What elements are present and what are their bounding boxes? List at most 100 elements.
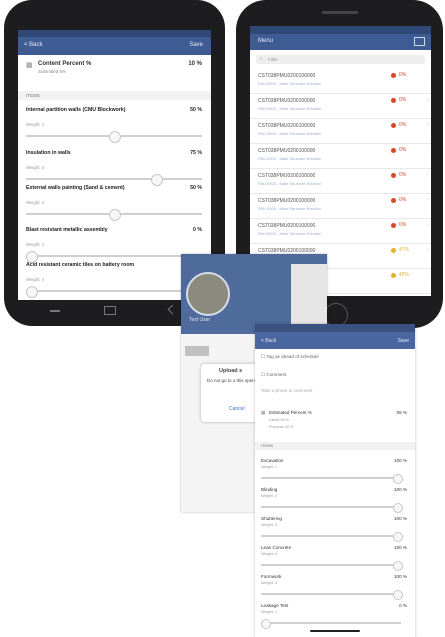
- item-value: 0 %: [193, 227, 202, 233]
- status-dot: [391, 98, 396, 103]
- activity-row[interactable]: CST038PMU0200100000 PAU 0000 - Main Struc…: [250, 218, 431, 244]
- activity-percent: 0%: [399, 72, 407, 78]
- nav-bar: < Back Save: [255, 332, 415, 349]
- item-value: 100 %: [393, 516, 407, 521]
- ahead-schedule-option[interactable]: ☐ Tag as ahead of schedule: [261, 354, 319, 360]
- save-button[interactable]: Save: [398, 338, 409, 344]
- progress-slider[interactable]: [261, 532, 403, 542]
- item-weight: Weight: 4: [261, 581, 277, 585]
- latest-percent: Latest 45 %: [269, 418, 290, 422]
- activity-percent: 0%: [399, 172, 407, 178]
- activity-percent: 0%: [399, 197, 407, 203]
- back-nav-button[interactable]: [50, 310, 60, 312]
- item-name: Leakage Test: [261, 603, 289, 608]
- comment-option[interactable]: ☐ Comment: [261, 372, 286, 378]
- item-value: 100 %: [393, 487, 407, 492]
- slider-knob[interactable]: [393, 532, 403, 542]
- progress-slider[interactable]: [26, 131, 202, 143]
- avatar: [186, 272, 230, 316]
- activity-code: CST038PMU0200100000: [258, 173, 316, 179]
- chart-icon: ▦: [261, 410, 266, 415]
- status-bar: [18, 30, 211, 37]
- status-dot: [391, 148, 396, 153]
- slider-knob[interactable]: [393, 503, 403, 513]
- activity-desc: PAU 0000 - Main Structure Erection: [258, 231, 322, 236]
- slider-knob[interactable]: [393, 590, 403, 600]
- item-value: 0 %: [399, 603, 407, 608]
- item-value: 50 %: [190, 185, 202, 191]
- photo-comment-field[interactable]: Take a photo to comment: [261, 388, 313, 393]
- item-weight: Weight: 4: [26, 242, 45, 247]
- dialog-title: Upload s: [219, 368, 243, 374]
- slider-knob[interactable]: [261, 619, 271, 629]
- activity-row[interactable]: CST038PMU0200100000 PAU 0000 - Main Struc…: [250, 143, 431, 169]
- logo: [185, 346, 209, 356]
- slider-knob[interactable]: [109, 131, 121, 143]
- save-button[interactable]: Save: [189, 42, 203, 48]
- item-name: Excavation: [261, 458, 284, 463]
- progress-slider[interactable]: [261, 619, 401, 629]
- slider-knob[interactable]: [109, 209, 121, 221]
- progress-slider[interactable]: [26, 174, 202, 186]
- item-value: 100 %: [393, 458, 407, 463]
- search-icon: ⌕: [260, 56, 263, 61]
- search-placeholder: Filter: [268, 57, 278, 62]
- content-percent-row: ▦ Content Percent % Submitted 5% 10 %: [26, 61, 206, 79]
- menu-title[interactable]: Menu: [258, 38, 273, 44]
- activity-row[interactable]: CST038PMU0200100000 PAU 0000 - Main Struc…: [250, 68, 431, 94]
- item-name: Insulation in walls: [26, 150, 71, 156]
- status-bar: [250, 26, 431, 34]
- content-percent-value: 10 %: [188, 61, 202, 67]
- estimated-percent-row: ▦ Estimated Percent % 55 % Latest 45 % P…: [261, 410, 409, 438]
- activity-row[interactable]: CST038PMU0200100000 PAU 0000 - Main Struc…: [250, 193, 431, 219]
- home-button[interactable]: [104, 306, 116, 315]
- activity-desc: PAU 0000 - Main Structure Erection: [258, 106, 322, 111]
- chevron-right-icon: ›: [426, 272, 428, 278]
- progress-slider[interactable]: [261, 503, 403, 513]
- activity-code: CST038PMU0200100000: [258, 198, 316, 204]
- ahead-schedule-label: Tag as ahead of schedule: [266, 354, 319, 359]
- search-input[interactable]: ⌕ Filter: [256, 55, 425, 64]
- content-percent-label: Content Percent %: [38, 61, 92, 67]
- item-name: Formwork: [261, 574, 282, 579]
- item-name: Blast resistant metallic assembly: [26, 227, 108, 233]
- item-weight: Weight: 2: [261, 494, 277, 498]
- chevron-right-icon: ›: [426, 122, 428, 128]
- user-name: Test User: [189, 317, 211, 323]
- activity-code: CST038PMU0200100000: [258, 148, 316, 154]
- status-dot: [391, 273, 396, 278]
- estimated-percent-label: Estimated Percent %: [269, 410, 312, 415]
- progress-slider[interactable]: [261, 474, 403, 484]
- activity-desc: PAU 0000 - Main Structure Erection: [258, 206, 322, 211]
- cancel-button[interactable]: Cancel: [229, 406, 245, 412]
- progress-slider[interactable]: [26, 209, 202, 221]
- items-section-header: ITEMS: [18, 91, 211, 100]
- item-name: Lean Concrete: [261, 545, 292, 550]
- item-weight: Weight: 3: [26, 165, 45, 170]
- chevron-right-icon: ›: [426, 172, 428, 178]
- progress-slider[interactable]: [26, 286, 202, 298]
- item-weight: Weight: 4: [261, 552, 277, 556]
- progress-slider[interactable]: [26, 251, 202, 263]
- activity-row[interactable]: CST038PMU0200100000 PAU 0000 - Main Struc…: [250, 168, 431, 194]
- back-button[interactable]: < Back: [24, 42, 43, 48]
- slider-knob[interactable]: [393, 561, 403, 571]
- content-percent-sub: Submitted 5%: [38, 69, 67, 74]
- back-button[interactable]: < Back: [261, 338, 276, 344]
- activity-row[interactable]: CST038PMU0200100000 PAU 0000 - Main Struc…: [250, 118, 431, 144]
- filter-icon[interactable]: [414, 37, 425, 46]
- slider-knob[interactable]: [26, 286, 38, 298]
- recent-apps-button[interactable]: [167, 304, 178, 315]
- progress-slider[interactable]: [261, 590, 403, 600]
- item-value: 75 %: [190, 150, 202, 156]
- activity-code: CST038PMU0200100000: [258, 223, 316, 229]
- activity-code: CST038PMU0200100000: [258, 98, 316, 104]
- item-value: 50 %: [190, 107, 202, 113]
- item-value: 100 %: [393, 574, 407, 579]
- slider-knob[interactable]: [393, 474, 403, 484]
- progress-slider[interactable]: [261, 561, 403, 571]
- activity-row[interactable]: CST038PMU0200100000 PAU 0000 - Main Struc…: [250, 93, 431, 119]
- status-dot: [391, 248, 396, 253]
- nav-bar: Menu: [250, 34, 431, 50]
- items-section-header: ITEMS: [255, 442, 415, 450]
